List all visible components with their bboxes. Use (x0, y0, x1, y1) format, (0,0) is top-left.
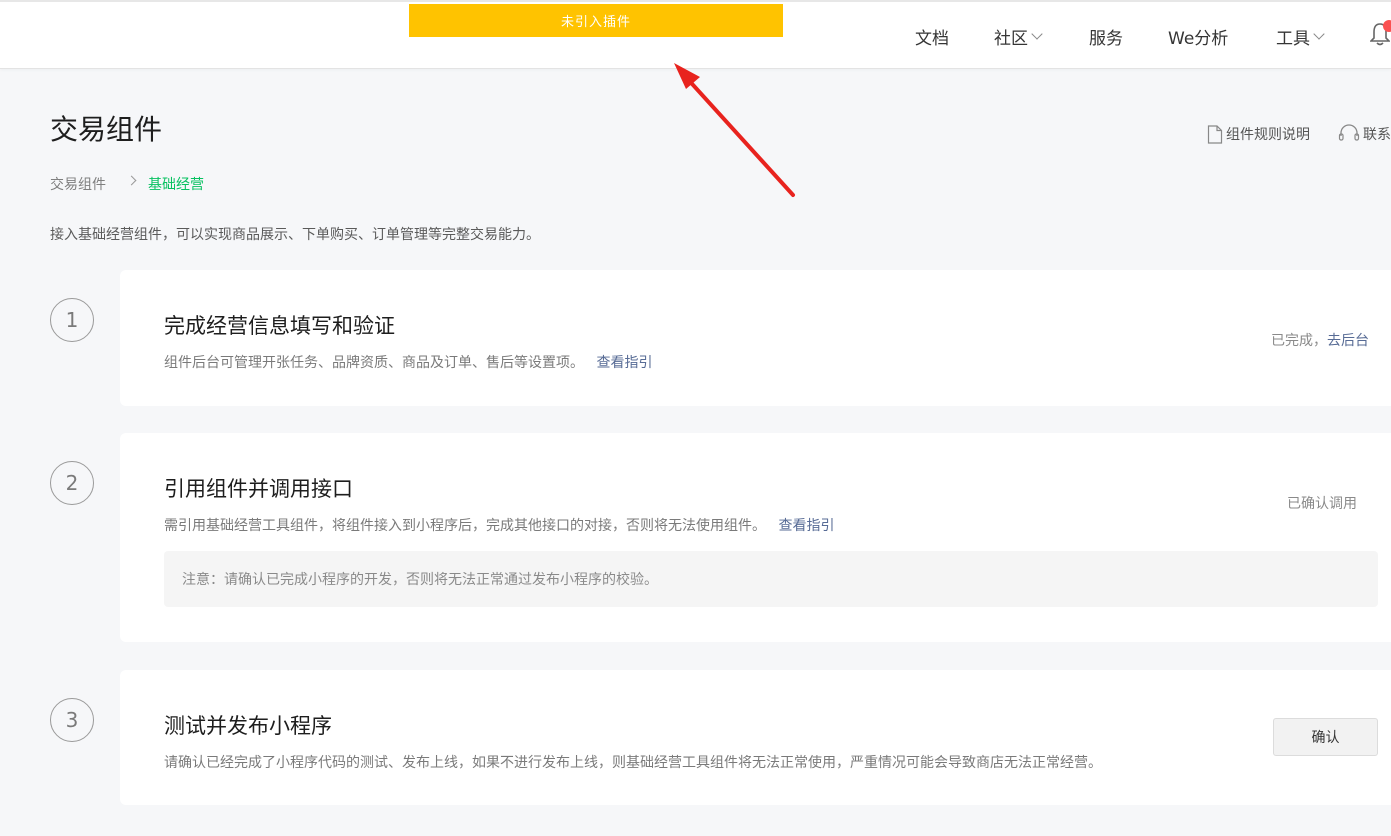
plugin-notice-banner[interactable]: 未引入插件 (409, 4, 783, 37)
page-description: 接入基础经营组件，可以实现商品展示、下单购买、订单管理等完整交易能力。 (50, 227, 540, 243)
step-title: 完成经营信息填写和验证 (164, 314, 395, 338)
notification-badge (1383, 20, 1391, 32)
chevron-down-icon (1031, 28, 1043, 40)
step-title: 测试并发布小程序 (164, 714, 332, 738)
step-status: 已完成，去后台 (1271, 330, 1369, 350)
step-status-text: 已完成， (1271, 333, 1327, 349)
nav-tools[interactable]: 工具 (1276, 24, 1325, 49)
notice-text: 注意：请确认已完成小程序的开发，否则将无法正常通过发布小程序的校验。 (182, 572, 658, 588)
rules-link-label: 组件规则说明 (1226, 127, 1310, 143)
document-icon (1207, 124, 1223, 144)
chevron-right-icon (126, 175, 137, 186)
nav-community-label: 社区 (994, 29, 1028, 49)
nav-docs[interactable]: 文档 (915, 24, 949, 49)
guide-link[interactable]: 查看指引 (596, 355, 652, 371)
step-description-text: 需引用基础经营工具组件，将组件接入到小程序后，完成其他接口的对接，否则将无法使用… (164, 518, 766, 534)
step-description: 组件后台可管理开张任务、品牌资质、商品及订单、售后等设置项。 查看指引 (164, 352, 652, 372)
step-card-2: 引用组件并调用接口 需引用基础经营工具组件，将组件接入到小程序后，完成其他接口的… (120, 433, 1391, 642)
top-divider (0, 0, 1391, 2)
step-card-1: 完成经营信息填写和验证 组件后台可管理开张任务、品牌资质、商品及订单、售后等设置… (120, 270, 1391, 406)
guide-link[interactable]: 查看指引 (778, 518, 834, 534)
step-description: 需引用基础经营工具组件，将组件接入到小程序后，完成其他接口的对接，否则将无法使用… (164, 515, 834, 535)
confirm-button[interactable]: 确认 (1273, 718, 1378, 756)
step-number-3: 3 (50, 698, 94, 742)
nav-tools-label: 工具 (1276, 29, 1310, 49)
nav-community[interactable]: 社区 (994, 24, 1043, 49)
step-card-3: 测试并发布小程序 请确认已经完成了小程序代码的测试、发布上线，如果不进行发布上线… (120, 670, 1391, 805)
headset-icon (1338, 124, 1360, 141)
nav-docs-label: 文档 (915, 29, 949, 49)
step-number-2: 2 (50, 461, 94, 505)
page-title: 交易组件 (50, 113, 163, 146)
step-number-1: 1 (50, 298, 94, 342)
chevron-down-icon (1313, 28, 1325, 40)
step-description-text: 组件后台可管理开张任务、品牌资质、商品及订单、售后等设置项。 (164, 355, 584, 371)
annotation-arrow (674, 63, 795, 197)
contact-link-label: 联系 (1363, 127, 1391, 143)
nav-service-label: 服务 (1089, 29, 1123, 49)
step-status: 已确认调用 (1287, 496, 1357, 512)
step-description: 请确认已经完成了小程序代码的测试、发布上线，如果不进行发布上线，则基础经营工具组… (164, 755, 1102, 771)
step-title: 引用组件并调用接口 (164, 477, 353, 501)
breadcrumb-current: 基础经营 (148, 177, 204, 193)
contact-link[interactable]: 联系 (1338, 124, 1391, 144)
notice-box: 注意：请确认已完成小程序的开发，否则将无法正常通过发布小程序的校验。 (164, 551, 1378, 607)
nav-we-analysis-label: We分析 (1168, 29, 1229, 49)
rules-link[interactable]: 组件规则说明 (1207, 124, 1310, 144)
breadcrumb-parent[interactable]: 交易组件 (50, 174, 106, 194)
nav-we-analysis[interactable]: We分析 (1168, 24, 1228, 49)
go-backend-link[interactable]: 去后台 (1327, 333, 1369, 349)
nav-service[interactable]: 服务 (1089, 24, 1123, 49)
